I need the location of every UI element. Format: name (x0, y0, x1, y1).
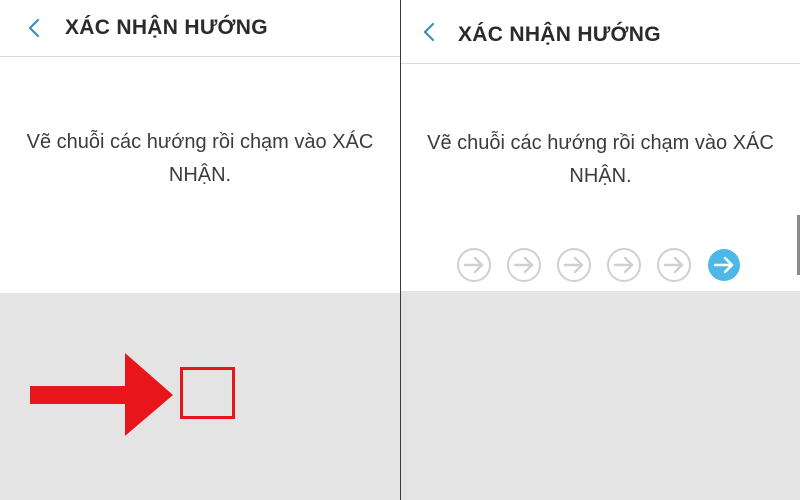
header: XÁC NHẬN HƯỚNG (401, 0, 800, 64)
header: XÁC NHẬN HƯỚNG (0, 0, 400, 57)
arrow-right-icon (557, 248, 591, 282)
page-title: XÁC NHẬN HƯỚNG (65, 16, 268, 39)
back-button[interactable] (14, 0, 54, 56)
highlight-box (180, 367, 235, 419)
arrow-right-icon (507, 248, 541, 282)
arrow-right-icon (457, 248, 491, 282)
chevron-left-icon (423, 22, 435, 41)
arrow-right-icon (708, 249, 740, 281)
page-title: XÁC NHẬN HƯỚNG (458, 23, 661, 46)
direction-input-area[interactable] (401, 291, 800, 500)
red-arrow-annotation-icon (30, 353, 173, 436)
left-screen: XÁC NHẬN HƯỚNG Vẽ chuỗi các hướng rồi ch… (0, 0, 400, 500)
back-button[interactable] (409, 0, 449, 63)
instruction-text: Vẽ chuỗi các hướng rồi chạm vào XÁC NHẬN… (26, 131, 374, 186)
chevron-left-icon (28, 18, 40, 38)
right-screen: XÁC NHẬN HƯỚNG Vẽ chuỗi các hướng rồi ch… (401, 0, 800, 500)
arrow-right-icon (607, 248, 641, 282)
arrow-right-icon (657, 248, 691, 282)
direction-sequence (456, 247, 742, 283)
instruction-text: Vẽ chuỗi các hướng rồi chạm vào XÁC NHẬN… (427, 132, 774, 187)
